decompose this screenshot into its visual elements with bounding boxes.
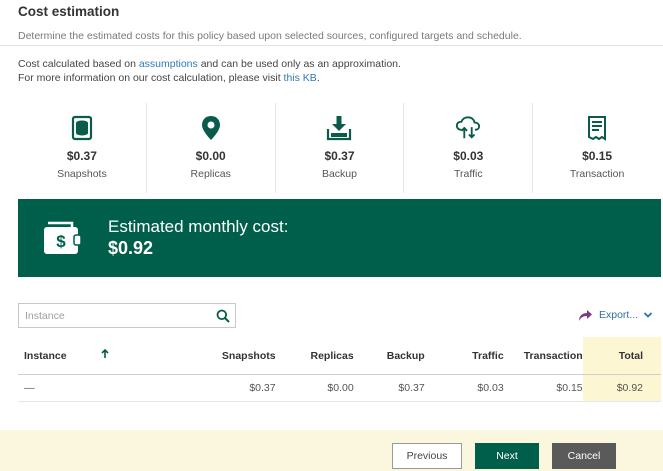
tile-backup: $0.37 Backup	[276, 103, 405, 193]
column-header-replicas[interactable]: Replicas	[276, 350, 353, 362]
svg-text:$: $	[56, 232, 66, 251]
cloud-transfer-icon	[455, 115, 481, 141]
search-icon[interactable]	[211, 304, 235, 327]
column-header-transaction[interactable]: Transaction	[504, 350, 583, 362]
cell-transaction: $0.15	[556, 382, 583, 394]
cell-total: $0.92	[582, 375, 661, 401]
table-row: — $0.37 $0.00 $0.37 $0.03 $0.15 $0.92	[18, 375, 661, 402]
note-text: For more information on our cost calcula…	[18, 71, 284, 84]
banner-text: Estimated monthly cost: $0.92	[108, 217, 288, 259]
column-header-instance[interactable]: Instance	[18, 348, 121, 362]
column-label: Total	[618, 349, 643, 362]
estimated-cost-banner: $ Estimated monthly cost: $0.92	[18, 199, 661, 277]
tile-amount: $0.37	[324, 149, 355, 163]
share-arrow-icon	[577, 307, 593, 323]
cell-replicas: $0.00	[327, 382, 354, 394]
tile-transaction: $0.15 Transaction	[533, 103, 661, 193]
backup-download-icon	[326, 115, 352, 141]
tile-label: Replicas	[190, 168, 231, 180]
cell-backup: $0.37	[398, 382, 425, 394]
tile-label: Transaction	[569, 168, 625, 180]
page-title: Cost estimation	[18, 4, 120, 19]
cost-tiles: $0.37 Snapshots $0.00 Replicas $0.37 Bac…	[18, 103, 661, 193]
note-text: .	[316, 71, 320, 84]
column-header-snapshots[interactable]: Snapshots	[121, 350, 276, 362]
instance-search	[18, 303, 236, 328]
cancel-button[interactable]: Cancel	[552, 443, 616, 469]
cell-snapshots: $0.37	[249, 382, 276, 394]
search-input[interactable]	[19, 304, 211, 327]
tile-amount: $0.03	[453, 149, 484, 163]
tile-label: Snapshots	[57, 168, 107, 180]
header-divider	[0, 45, 663, 46]
export-label: Export...	[599, 309, 639, 321]
receipt-icon	[584, 115, 610, 141]
chevron-down-icon	[643, 310, 653, 320]
tile-label: Traffic	[453, 168, 483, 180]
wallet-icon: $	[42, 219, 82, 257]
assumptions-link[interactable]: assumptions	[139, 58, 198, 70]
arrow-up-icon	[101, 348, 109, 362]
cost-table: Instance Snapshots Replicas Backup Traff…	[18, 337, 661, 402]
note-line-1: Cost calculated based on assumptions and…	[18, 58, 401, 72]
banner-label: Estimated monthly cost:	[108, 217, 289, 236]
tile-snapshots: $0.37 Snapshots	[18, 103, 147, 193]
cell-traffic: $0.03	[477, 382, 504, 394]
column-label: Instance	[24, 349, 67, 362]
cell-instance: —	[24, 382, 35, 394]
tile-amount: $0.00	[195, 149, 226, 163]
next-button[interactable]: Next	[475, 443, 539, 469]
database-icon	[69, 115, 95, 141]
cell-total-value: $0.92	[616, 382, 643, 394]
kb-link[interactable]: this KB	[284, 72, 317, 84]
column-header-total[interactable]: Total	[582, 337, 661, 374]
column-header-backup[interactable]: Backup	[354, 350, 425, 362]
page-header: Cost estimation Determine the estimated …	[18, 4, 658, 42]
note-text: Cost calculated based on	[18, 58, 139, 70]
page-subtitle: Determine the estimated costs for this p…	[18, 30, 522, 42]
previous-button[interactable]: Previous	[392, 443, 462, 469]
tile-replicas: $0.00 Replicas	[147, 103, 276, 193]
export-button[interactable]: Export...	[577, 307, 653, 323]
location-pin-icon	[198, 115, 224, 141]
tile-amount: $0.37	[66, 149, 97, 163]
note-text: and can be used only as an approximation…	[197, 58, 401, 70]
tile-label: Backup	[321, 168, 357, 180]
tile-traffic: $0.03 Traffic	[404, 103, 534, 193]
tile-amount: $0.15	[582, 149, 613, 163]
column-header-traffic[interactable]: Traffic	[425, 350, 504, 362]
cost-note: Cost calculated based on assumptions and…	[18, 58, 401, 85]
banner-value: $0.92	[108, 238, 154, 258]
table-header: Instance Snapshots Replicas Backup Traff…	[18, 337, 661, 375]
note-line-2: For more information on our cost calcula…	[18, 72, 401, 86]
